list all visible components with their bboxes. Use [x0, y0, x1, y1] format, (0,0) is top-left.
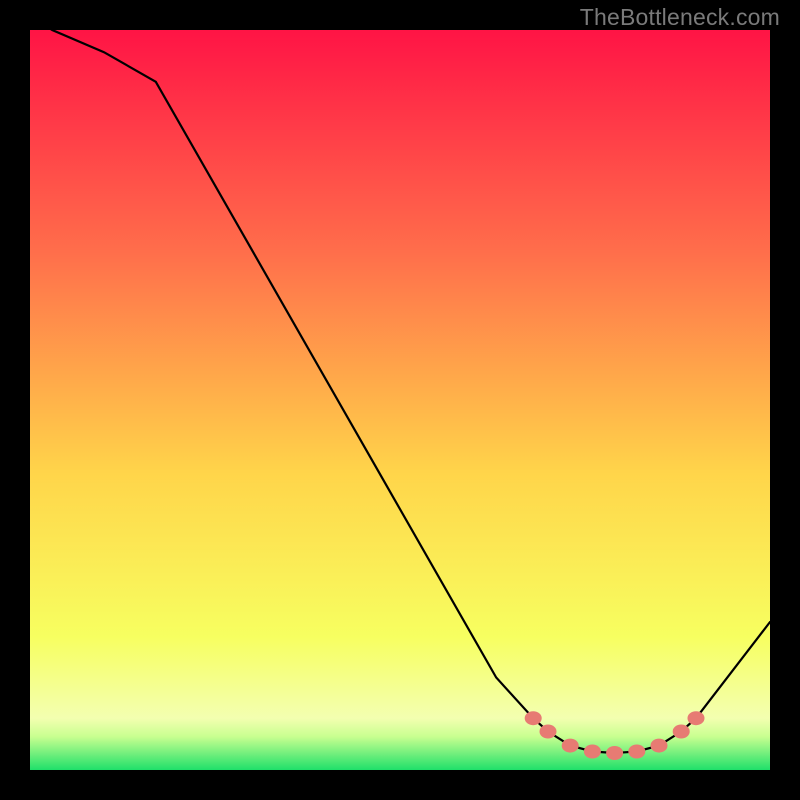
curve-marker — [525, 711, 542, 725]
curve-marker — [562, 739, 579, 753]
curve-marker — [584, 745, 601, 759]
bottleneck-plot — [0, 0, 800, 800]
curve-marker — [606, 746, 623, 760]
curve-marker — [651, 739, 668, 753]
chart-frame: TheBottleneck.com — [0, 0, 800, 800]
curve-marker — [673, 725, 690, 739]
curve-marker — [540, 725, 557, 739]
curve-marker — [688, 711, 705, 725]
plot-background — [30, 30, 770, 770]
curve-marker — [628, 745, 645, 759]
